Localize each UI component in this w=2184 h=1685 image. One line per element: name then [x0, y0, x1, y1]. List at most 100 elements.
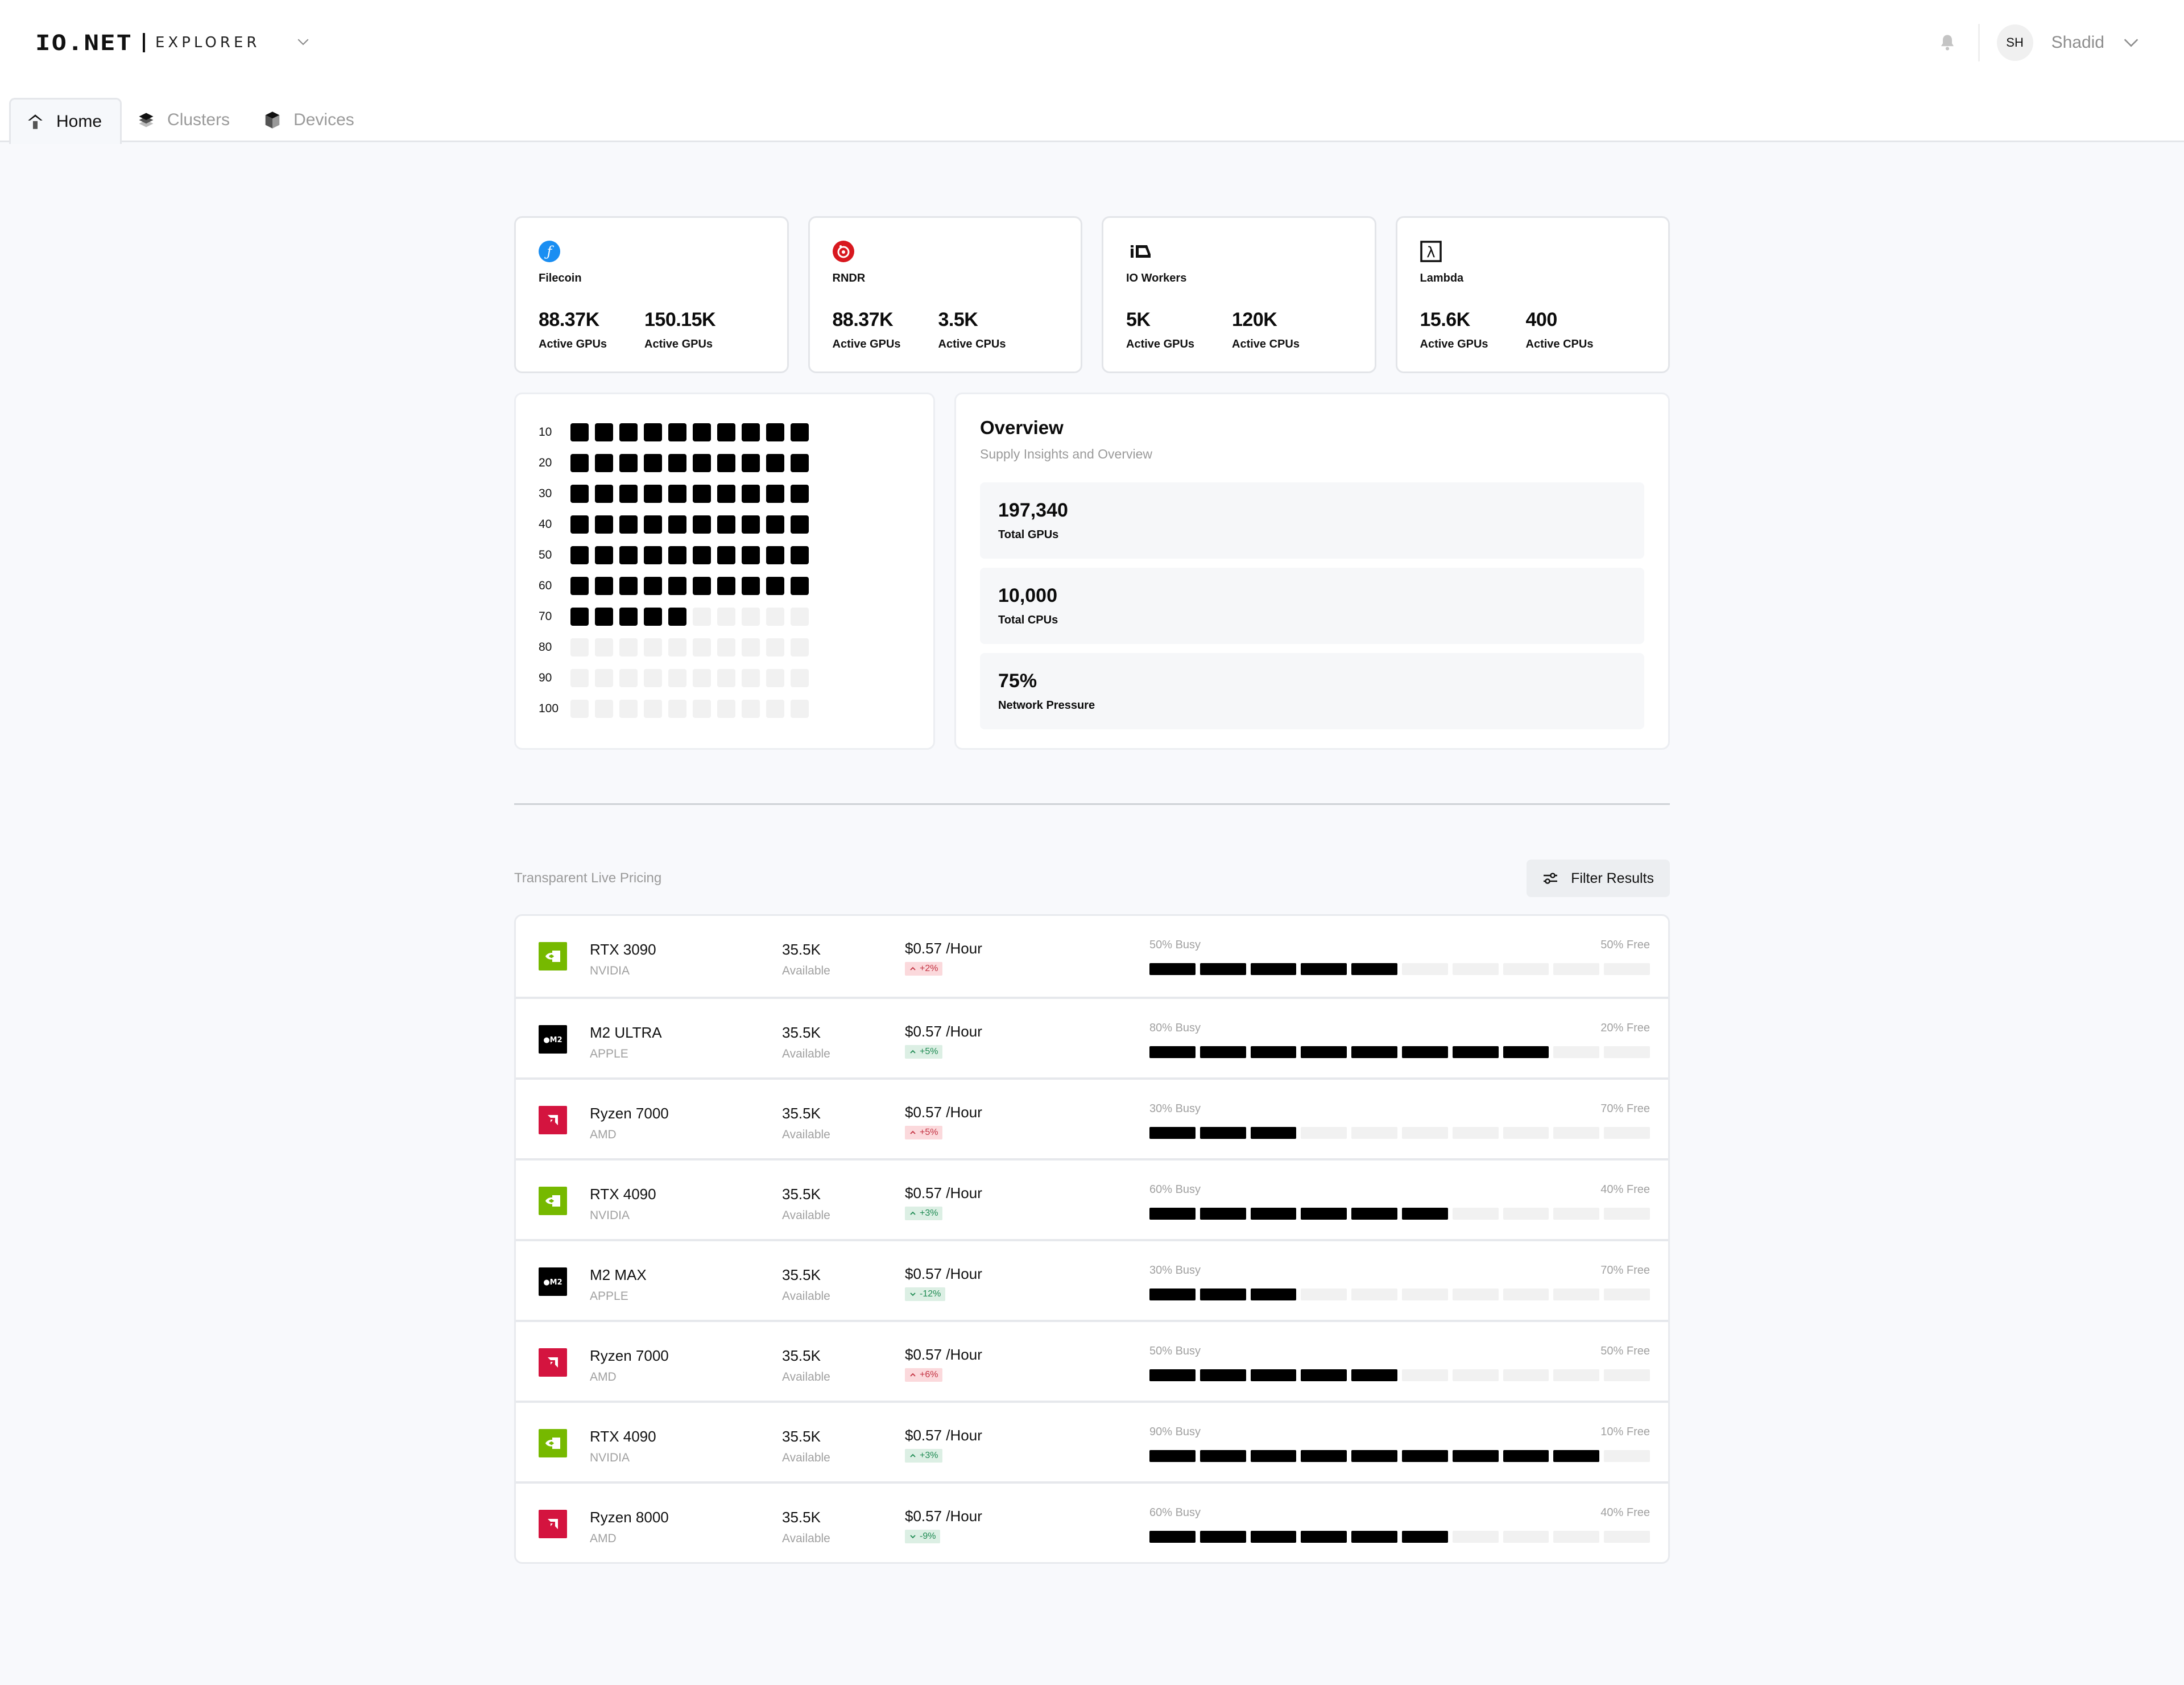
grid-cell-filled: [570, 485, 589, 503]
arrow-up-icon: [910, 1050, 916, 1054]
notifications-bell-icon[interactable]: [1936, 31, 1959, 54]
grid-row-label: 20: [539, 456, 552, 469]
grid-cell-empty: [693, 638, 711, 656]
user-name[interactable]: Shadid: [2051, 33, 2104, 52]
provider-card-rndr[interactable]: RNDR 88.37K Active GPUs 3.5K Active CPUs: [808, 216, 1082, 373]
device-name: RTX 3090: [590, 941, 656, 958]
grid-cell-filled: [644, 454, 662, 472]
grid-cell-filled: [766, 485, 784, 503]
grid-cell-empty: [742, 608, 760, 626]
usage-segment-busy: [1250, 1208, 1297, 1220]
grid-cell-filled: [619, 454, 638, 472]
svg-text:●M2: ●M2: [543, 1036, 562, 1044]
usage-segment-busy: [1250, 1531, 1297, 1543]
usage-bar: [1149, 1046, 1650, 1058]
grid-cells: [570, 454, 809, 472]
price-per-hour: $0.57 /Hour: [905, 1427, 982, 1444]
free-label: 20% Free: [1600, 1022, 1650, 1034]
grid-cell-empty: [766, 669, 784, 687]
grid-cell-empty: [791, 669, 809, 687]
price-per-hour: $0.57 /Hour: [905, 1265, 982, 1282]
filter-label: Filter Results: [1571, 870, 1654, 886]
pricing-row[interactable]: Ryzen 7000 AMD 35.5K Available $0.57 /Hour +5…: [516, 1077, 1668, 1158]
price-change-badge: +3%: [905, 1207, 943, 1220]
grid-row: 60: [539, 571, 809, 601]
stat-label: Active CPUs: [1525, 338, 1594, 350]
usage-bar: [1149, 963, 1650, 975]
grid-row-label: 100: [539, 702, 559, 715]
usage-bar: [1149, 1450, 1650, 1462]
pricing-row[interactable]: ●M2 M2 MAX APPLE 35.5K Available $0.57 /Hour -…: [516, 1239, 1668, 1320]
tab-home[interactable]: Home: [9, 98, 122, 144]
grid-cell-filled: [742, 485, 760, 503]
provider-stat: 120K Active CPUs: [1232, 309, 1338, 351]
usage-segment-busy: [1503, 1046, 1549, 1058]
grid-cell-filled: [619, 423, 638, 441]
usage-segment-busy: [1553, 1450, 1600, 1462]
usage-segment-busy: [1351, 1531, 1397, 1543]
usage-segment-busy: [1199, 1127, 1246, 1139]
grid-cell-empty: [693, 700, 711, 718]
grid-cell-filled: [717, 454, 735, 472]
device-name: RTX 4090: [590, 1186, 656, 1203]
grid-cell-filled: [619, 485, 638, 503]
price-info: $0.57 /Hour +5%: [905, 1023, 982, 1059]
pricing-row[interactable]: Ryzen 7000 AMD 35.5K Available $0.57 /Hour +6…: [516, 1320, 1668, 1401]
grid-cell-filled: [791, 423, 809, 441]
overview-card: Overview Supply Insights and Overview 19…: [954, 393, 1670, 750]
usage-segment-busy: [1199, 1046, 1246, 1058]
usage-segment-free: [1503, 1127, 1549, 1139]
usage-segment-free: [1452, 1369, 1499, 1381]
arrow-up-icon: [910, 1130, 916, 1134]
grid-cell-filled: [791, 546, 809, 564]
usage-segment-busy: [1199, 1450, 1246, 1462]
pricing-header: Transparent Live Pricing Filter Results: [514, 860, 1670, 897]
usage-bar: [1149, 1369, 1650, 1381]
filter-results-button[interactable]: Filter Results: [1527, 860, 1670, 897]
provider-stats: 88.37K Active GPUs 150.15K Active GPUs: [539, 309, 750, 351]
usage-segment-free: [1604, 963, 1650, 975]
product-switcher-chevron-icon[interactable]: [295, 33, 312, 50]
provider-card-filecoin[interactable]: ƒ Filecoin 88.37K Active GPUs 150.15K Acti…: [514, 216, 789, 373]
grid-cells: [570, 669, 809, 687]
user-menu-chevron-icon[interactable]: [2121, 33, 2141, 52]
brand[interactable]: IO.NET EXPLORER: [35, 30, 260, 56]
grid-cell-empty: [644, 700, 662, 718]
grid-cells: [570, 546, 809, 564]
usage-segment-busy: [1250, 1288, 1297, 1300]
grid-cells: [570, 577, 809, 595]
pricing-row[interactable]: Ryzen 8000 AMD 35.5K Available $0.57 /Hour -9…: [516, 1481, 1668, 1562]
usage-segment-busy: [1351, 1450, 1397, 1462]
usage-segment-busy: [1149, 1127, 1196, 1139]
free-label: 50% Free: [1600, 1345, 1650, 1357]
pricing-row[interactable]: ●M2 M2 ULTRA APPLE 35.5K Available $0.57 /Hou…: [516, 997, 1668, 1077]
provider-stat: 88.37K Active GPUs: [539, 309, 644, 351]
usage-segment-free: [1452, 1531, 1499, 1543]
pricing-row[interactable]: RTX 4090 NVIDIA 35.5K Available $0.57 /Hour +…: [516, 1158, 1668, 1239]
tab-label: Clusters: [167, 110, 230, 129]
stat-value: 3.5K: [938, 309, 978, 331]
pricing-row[interactable]: RTX 3090 NVIDIA 35.5K Available $0.57 /Hour +…: [516, 916, 1668, 997]
device-info: M2 MAX APPLE: [590, 1266, 647, 1303]
usage-segment-free: [1553, 963, 1600, 975]
tab-label: Home: [56, 112, 102, 131]
grid-cells: [570, 515, 809, 534]
grid-cell-filled: [619, 577, 638, 595]
provider-card-io-workers[interactable]: IO Workers 5K Active GPUs 120K Active CPUs: [1102, 216, 1376, 373]
usage-segment-busy: [1149, 1369, 1196, 1381]
provider-card-lambda[interactable]: λ Lambda 15.6K Active GPUs 400 Active CPUs: [1395, 216, 1670, 373]
available-label: Available: [782, 1532, 830, 1545]
metric-total-gpus: 197,340 Total GPUs: [980, 482, 1644, 559]
tab-clusters[interactable]: Clusters: [122, 98, 248, 142]
available-count: 35.5K: [782, 1509, 821, 1526]
avatar[interactable]: SH: [1996, 24, 2033, 61]
tab-devices[interactable]: Devices: [248, 98, 373, 142]
provider-stats: 5K Active GPUs 120K Active CPUs: [1126, 309, 1338, 351]
grid-cell-empty: [766, 638, 784, 656]
availability: 35.5K Available: [782, 1428, 830, 1465]
sliders-icon: [1544, 873, 1558, 884]
availability: 35.5K Available: [782, 1105, 830, 1142]
pricing-row[interactable]: RTX 4090 NVIDIA 35.5K Available $0.57 /Hour +…: [516, 1401, 1668, 1481]
grid-cell-filled: [766, 454, 784, 472]
grid-cell-empty: [742, 638, 760, 656]
